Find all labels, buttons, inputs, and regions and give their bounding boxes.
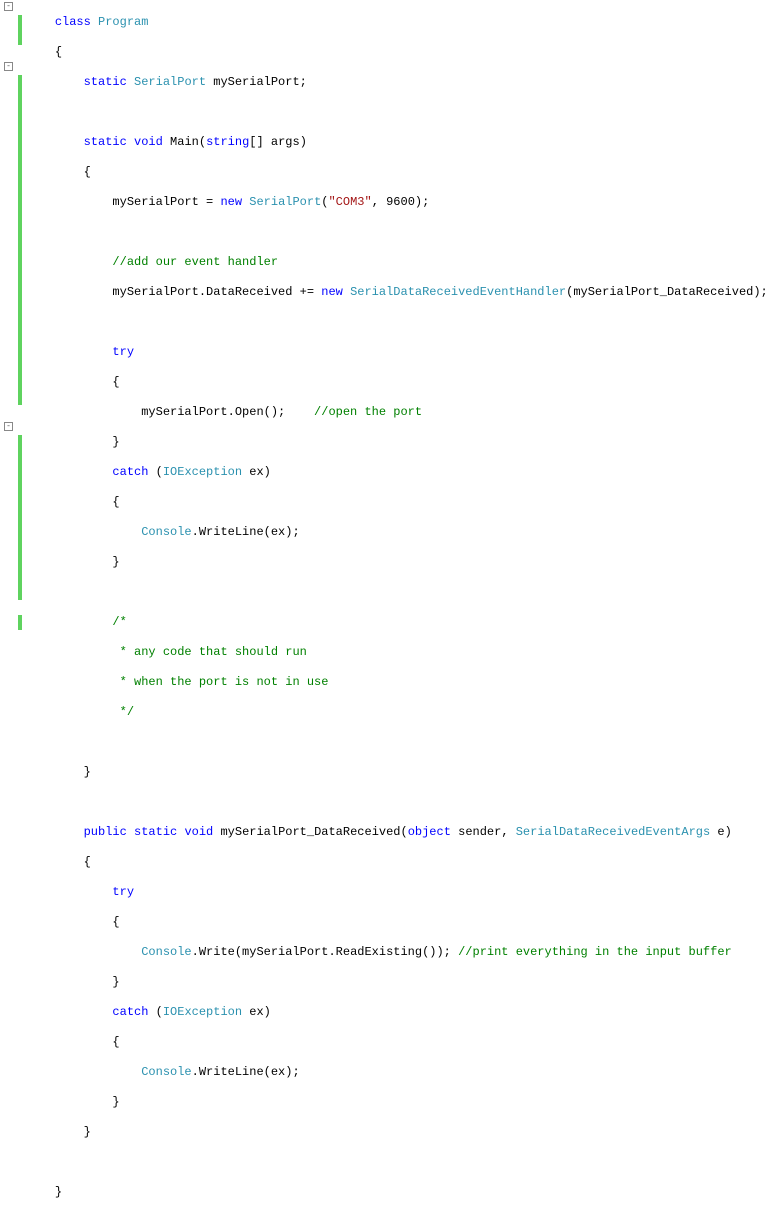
brace: { bbox=[84, 855, 91, 869]
brace: } bbox=[112, 1095, 119, 1109]
keyword: void bbox=[134, 135, 163, 149]
code-text: .WriteLine(ex); bbox=[192, 525, 300, 539]
keyword: class bbox=[55, 15, 91, 29]
code-editor[interactable]: - - - class Program { static SerialPort … bbox=[0, 0, 784, 640]
fold-gutter: - - - bbox=[0, 0, 18, 640]
type-name: Program bbox=[98, 15, 148, 29]
keyword: catch bbox=[112, 1005, 148, 1019]
keyword: object bbox=[408, 825, 451, 839]
change-marker bbox=[18, 615, 22, 630]
fold-toggle-icon[interactable]: - bbox=[4, 422, 13, 431]
comment: //open the port bbox=[314, 405, 422, 419]
change-indicator-bar bbox=[18, 0, 22, 640]
change-marker bbox=[18, 15, 22, 45]
comment: //add our event handler bbox=[112, 255, 278, 269]
code-text: sender, bbox=[451, 825, 516, 839]
keyword: new bbox=[321, 285, 343, 299]
code-text bbox=[343, 285, 350, 299]
type-name: Console bbox=[141, 1065, 191, 1079]
code-text: .WriteLine(ex); bbox=[192, 1065, 300, 1079]
code-text: , 9600); bbox=[372, 195, 430, 209]
comment: //print everything in the input buffer bbox=[458, 945, 732, 959]
brace: } bbox=[112, 555, 119, 569]
change-marker bbox=[18, 435, 22, 600]
comment: * when the port is not in use bbox=[112, 675, 328, 689]
keyword: void bbox=[184, 825, 213, 839]
brace: { bbox=[55, 45, 62, 59]
type-name: IOException bbox=[163, 465, 242, 479]
code-text: mySerialPort = bbox=[112, 195, 220, 209]
code-text: mySerialPort.DataReceived += bbox=[112, 285, 321, 299]
brace: } bbox=[112, 435, 119, 449]
comment: * any code that should run bbox=[112, 645, 306, 659]
code-text: ex) bbox=[242, 1005, 271, 1019]
brace: { bbox=[112, 915, 119, 929]
brace: } bbox=[112, 975, 119, 989]
code-text: mySerialPort.Open(); bbox=[141, 405, 314, 419]
change-marker bbox=[18, 75, 22, 405]
code-text: Main( bbox=[163, 135, 206, 149]
code-text: mySerialPort; bbox=[206, 75, 307, 89]
type-name: IOException bbox=[163, 1005, 242, 1019]
type-name: SerialDataReceivedEventArgs bbox=[516, 825, 710, 839]
keyword: try bbox=[112, 345, 134, 359]
keyword: static bbox=[84, 75, 127, 89]
type-name: SerialPort bbox=[249, 195, 321, 209]
brace: } bbox=[55, 1185, 62, 1199]
code-text: .Write(mySerialPort.ReadExisting()); bbox=[192, 945, 458, 959]
code-text: mySerialPort_DataReceived( bbox=[213, 825, 407, 839]
keyword: static bbox=[134, 825, 177, 839]
type-name: SerialPort bbox=[134, 75, 206, 89]
comment: */ bbox=[112, 705, 134, 719]
type-name: Console bbox=[141, 525, 191, 539]
fold-toggle-icon[interactable]: - bbox=[4, 62, 13, 71]
keyword: try bbox=[112, 885, 134, 899]
code-area[interactable]: class Program { static SerialPort mySeri… bbox=[22, 0, 768, 640]
brace: } bbox=[84, 1125, 91, 1139]
code-text: ex) bbox=[242, 465, 271, 479]
type-name: Console bbox=[141, 945, 191, 959]
code-text: ( bbox=[148, 1005, 162, 1019]
code-text: ( bbox=[148, 465, 162, 479]
brace: { bbox=[84, 165, 91, 179]
comment: /* bbox=[112, 615, 126, 629]
brace: { bbox=[112, 1035, 119, 1049]
brace: { bbox=[112, 375, 119, 389]
keyword: catch bbox=[112, 465, 148, 479]
keyword: string bbox=[206, 135, 249, 149]
code-text: [] args) bbox=[249, 135, 307, 149]
fold-toggle-icon[interactable]: - bbox=[4, 2, 13, 11]
string-literal: "COM3" bbox=[328, 195, 371, 209]
keyword: new bbox=[220, 195, 242, 209]
brace: { bbox=[112, 495, 119, 509]
code-text: e) bbox=[710, 825, 732, 839]
keyword: public bbox=[84, 825, 127, 839]
code-text: (mySerialPort_DataReceived); bbox=[566, 285, 768, 299]
brace: } bbox=[84, 765, 91, 779]
type-name: SerialDataReceivedEventHandler bbox=[350, 285, 566, 299]
keyword: static bbox=[84, 135, 127, 149]
